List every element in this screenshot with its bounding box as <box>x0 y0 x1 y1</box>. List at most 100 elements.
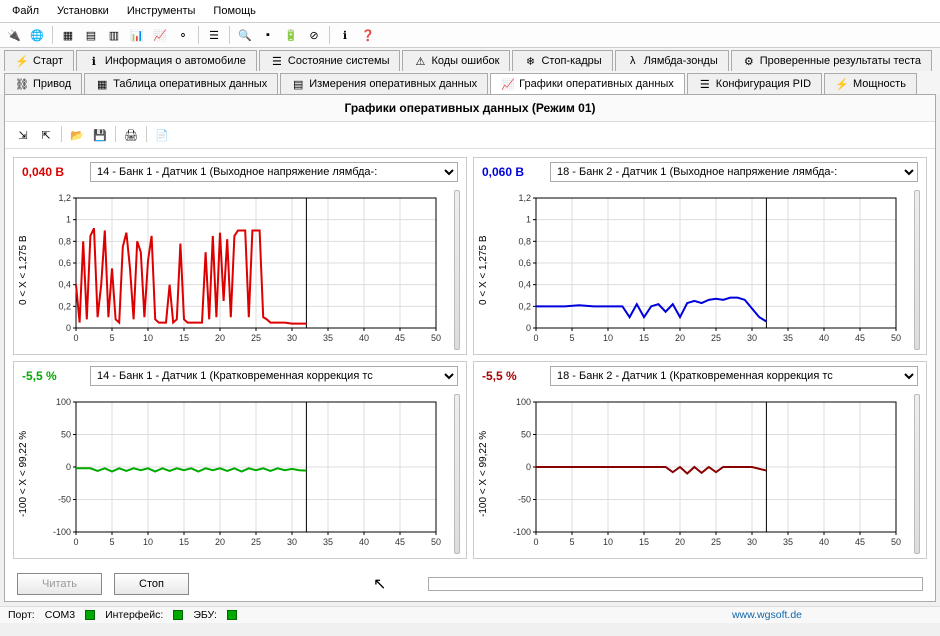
chart-cell-0: 0,040 В14 - Банк 1 - Датчик 1 (Выходное … <box>13 157 467 355</box>
tree-collapse-icon[interactable]: ⇱ <box>36 126 56 144</box>
spark-icon: ⚡ <box>15 54 29 68</box>
circles-icon[interactable]: ⚬ <box>173 25 193 45</box>
chart-selector[interactable]: 18 - Банк 2 - Датчик 1 (Выходное напряже… <box>550 162 918 182</box>
status-iface-label: Интерфейс: <box>105 609 163 621</box>
tab-label: Информация о автомобиле <box>105 55 246 67</box>
battery-icon[interactable]: 🔋 <box>281 25 301 45</box>
tab-таблица-оперативных-данн[interactable]: ▦Таблица оперативных данных <box>84 73 278 94</box>
main-toolbar: 🔌 🌐 ▦ ▤ ▥ 📊 📈 ⚬ ☰ 🔍 ▪ 🔋 ⊘ ℹ ❓ <box>0 23 940 48</box>
help-icon[interactable]: ❓ <box>358 25 378 45</box>
tab-label: Привод <box>33 78 71 90</box>
chart-selector[interactable]: 14 - Банк 1 - Датчик 1 (Кратковременная … <box>90 366 458 386</box>
svg-text:45: 45 <box>855 333 865 343</box>
open-icon[interactable]: 📂 <box>67 126 87 144</box>
grid3-icon[interactable]: ▥ <box>104 25 124 45</box>
svg-text:5: 5 <box>569 333 574 343</box>
progress-bar <box>428 577 923 591</box>
list-icon[interactable]: ☰ <box>204 25 224 45</box>
status-ecu-indicator <box>227 610 237 620</box>
menu-tools[interactable]: Инструменты <box>119 2 204 20</box>
status-bar: Порт: COM3 Интерфейс: ЭБУ: www.wgsoft.de <box>0 606 940 623</box>
chart-selector[interactable]: 18 - Банк 2 - Датчик 1 (Кратковременная … <box>550 366 918 386</box>
chart-grid: 0,040 В14 - Банк 1 - Датчик 1 (Выходное … <box>5 149 935 567</box>
tree-expand-icon[interactable]: ⇲ <box>13 126 33 144</box>
chart-icon: 📈 <box>501 77 515 91</box>
svg-text:0,4: 0,4 <box>518 280 531 290</box>
svg-text:20: 20 <box>675 537 685 547</box>
svg-text:1: 1 <box>66 215 71 225</box>
tab-лямбда-зонды[interactable]: λЛямбда-зонды <box>615 50 729 71</box>
tab-label: Стоп-кадры <box>541 55 601 67</box>
tab-коды-ошибок[interactable]: ⚠Коды ошибок <box>402 50 510 71</box>
menu-help[interactable]: Помощь <box>205 2 264 20</box>
tab-привод[interactable]: ⛓Привод <box>4 73 82 94</box>
status-icon: ☰ <box>270 54 284 68</box>
info-icon: ℹ <box>87 54 101 68</box>
status-port: COM3 <box>45 609 75 621</box>
svg-text:50: 50 <box>521 430 531 440</box>
panel-title: Графики оперативных данных (Режим 01) <box>5 95 935 122</box>
chart-cell-3: -5,5 %18 - Банк 2 - Датчик 1 (Кратковрем… <box>473 361 927 559</box>
svg-text:30: 30 <box>287 537 297 547</box>
svg-text:-50: -50 <box>518 495 531 505</box>
tab-старт[interactable]: ⚡ Старт <box>4 50 74 71</box>
menu-settings[interactable]: Установки <box>49 2 117 20</box>
svg-text:0: 0 <box>73 537 78 547</box>
gear-icon: ⚙ <box>742 54 756 68</box>
menu-file[interactable]: Файл <box>4 2 47 20</box>
svg-text:40: 40 <box>359 537 369 547</box>
tab-конфигурация-pid[interactable]: ☰Конфигурация PID <box>687 73 822 94</box>
tab-label: Состояние системы <box>288 55 390 67</box>
tab-проверенные-результаты-т[interactable]: ⚙ Проверенные результаты теста <box>731 50 932 71</box>
tab-измерения-оперативных-да[interactable]: ▤Измерения оперативных данных <box>280 73 488 94</box>
svg-text:40: 40 <box>359 333 369 343</box>
stop-button[interactable]: Стоп <box>114 573 189 595</box>
save-icon[interactable]: 💾 <box>90 126 110 144</box>
svg-text:50: 50 <box>431 537 441 547</box>
svg-text:0: 0 <box>533 537 538 547</box>
svg-text:50: 50 <box>891 537 901 547</box>
tab-состояние-системы[interactable]: ☰ Состояние системы <box>259 50 401 71</box>
chart-scale-slider[interactable] <box>448 190 462 350</box>
terminal-icon[interactable]: ▪ <box>258 25 278 45</box>
svg-text:35: 35 <box>323 537 333 547</box>
tab-label: Старт <box>33 55 63 67</box>
svg-text:10: 10 <box>143 333 153 343</box>
svg-text:25: 25 <box>711 333 721 343</box>
tab-графики-оперативных-данн[interactable]: 📈Графики оперативных данных <box>490 73 685 94</box>
export-icon[interactable]: 📄 <box>152 126 172 144</box>
print-icon[interactable]: 🖨 <box>121 126 141 144</box>
status-url[interactable]: www.wgsoft.de <box>732 609 802 621</box>
svg-text:15: 15 <box>179 333 189 343</box>
grid2-icon[interactable]: ▤ <box>81 25 101 45</box>
svg-text:0: 0 <box>66 462 71 472</box>
chart-scale-slider[interactable] <box>908 190 922 350</box>
svg-text:15: 15 <box>639 537 649 547</box>
tab-мощность[interactable]: ⚡Мощность <box>824 73 917 94</box>
search-icon[interactable]: 🔍 <box>235 25 255 45</box>
tabs-row-1: ⚡ Старт ℹ Информация о автомобиле ☰ Состояние… <box>0 48 940 71</box>
chart-cell-1: 0,060 В18 - Банк 2 - Датчик 1 (Выходное … <box>473 157 927 355</box>
chart-scale-slider[interactable] <box>448 394 462 554</box>
read-button[interactable]: Читать <box>17 573 102 595</box>
info-icon[interactable]: ℹ <box>335 25 355 45</box>
svg-text:1,2: 1,2 <box>518 193 531 203</box>
svg-text:20: 20 <box>215 333 225 343</box>
warn-icon: ⚠ <box>413 54 427 68</box>
bar-icon[interactable]: 📈 <box>150 25 170 45</box>
stop-icon[interactable]: ⊘ <box>304 25 324 45</box>
tab-информация-о-автомобиле[interactable]: ℹ Информация о автомобиле <box>76 50 257 71</box>
chart-scale-slider[interactable] <box>908 394 922 554</box>
cursor-icon: ↖ <box>373 574 386 594</box>
tab-label: Мощность <box>853 78 906 90</box>
connect-icon[interactable]: 🔌 <box>4 25 24 45</box>
tab-label: Проверенные результаты теста <box>760 55 921 67</box>
chart-icon[interactable]: 📊 <box>127 25 147 45</box>
svg-text:0,8: 0,8 <box>518 236 531 246</box>
grid1-icon[interactable]: ▦ <box>58 25 78 45</box>
tab-стоп-кадры[interactable]: ❄Стоп-кадры <box>512 50 612 71</box>
table-icon: ▦ <box>95 77 109 91</box>
chart-selector[interactable]: 14 - Банк 1 - Датчик 1 (Выходное напряже… <box>90 162 458 182</box>
svg-text:20: 20 <box>675 333 685 343</box>
globe-icon[interactable]: 🌐 <box>27 25 47 45</box>
